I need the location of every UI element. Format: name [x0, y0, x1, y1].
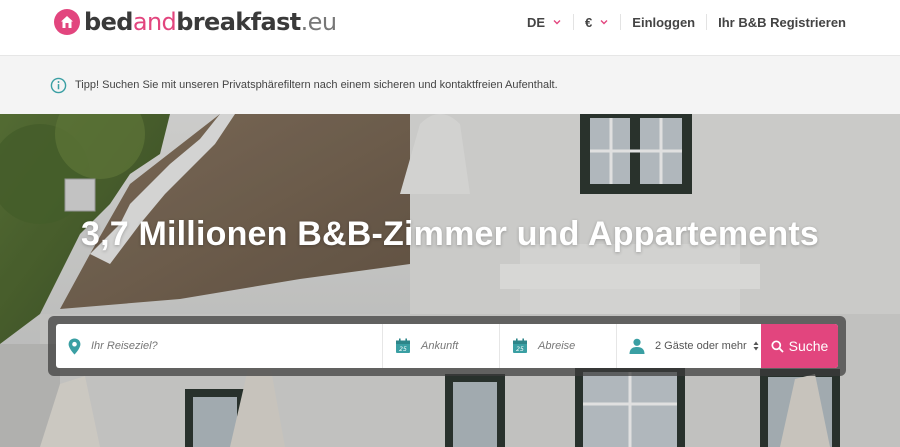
departure-field[interactable]: 25 Abreise: [500, 324, 617, 368]
search-bar: 25 Ankunft 25 Abreise 2 Gäste oder mehr: [48, 316, 846, 376]
calendar-icon: 25: [395, 338, 411, 354]
tip-banner: Tipp! Suchen Sie mit unseren Privatsphär…: [0, 56, 900, 114]
arrival-field[interactable]: 25 Ankunft: [383, 324, 500, 368]
main-nav: DE € Einloggen Ihr B&B Registrieren: [516, 0, 900, 44]
logo-wordmark: bedandbreakfast.eu: [84, 8, 337, 36]
location-pin-icon: [68, 338, 81, 355]
register-link[interactable]: Ihr B&B Registrieren: [707, 0, 900, 44]
person-icon: [629, 338, 645, 354]
info-icon: [50, 77, 67, 93]
hero-section: 3,7 Millionen B&B-Zimmer und Appartement…: [0, 114, 900, 447]
search-button[interactable]: Suche: [761, 324, 838, 368]
login-link[interactable]: Einloggen: [621, 0, 706, 44]
search-icon: [771, 339, 784, 353]
calendar-icon: 25: [512, 338, 528, 354]
arrival-label: Ankunft: [421, 340, 459, 352]
guests-value: 2 Gäste oder mehr: [655, 340, 747, 352]
chevron-down-icon: [553, 20, 561, 25]
search-button-label: Suche: [788, 338, 829, 354]
language-selector[interactable]: DE: [516, 0, 573, 44]
currency-label: €: [585, 14, 593, 30]
site-logo[interactable]: bedandbreakfast.eu: [54, 8, 337, 36]
tip-text: Tipp! Suchen Sie mit unseren Privatsphär…: [75, 79, 558, 91]
destination-field[interactable]: [56, 324, 383, 368]
guests-selector[interactable]: 2 Gäste oder mehr: [617, 324, 761, 368]
destination-input[interactable]: [91, 340, 351, 352]
language-label: DE: [526, 14, 546, 30]
hero-title: 3,7 Millionen B&B-Zimmer und Appartement…: [80, 215, 820, 253]
chevron-down-icon: [600, 20, 608, 25]
hero-overlay: [0, 114, 900, 447]
site-header: bedandbreakfast.eu DE € Einloggen Ihr B&…: [0, 0, 900, 56]
departure-label: Abreise: [538, 340, 576, 352]
sort-arrows-icon: [753, 341, 759, 351]
calendar-day: 25: [399, 346, 407, 353]
search-form: 25 Ankunft 25 Abreise 2 Gäste oder mehr: [56, 324, 838, 368]
calendar-day: 25: [516, 346, 524, 353]
currency-selector[interactable]: €: [574, 0, 620, 44]
house-logo-icon: [54, 9, 80, 35]
